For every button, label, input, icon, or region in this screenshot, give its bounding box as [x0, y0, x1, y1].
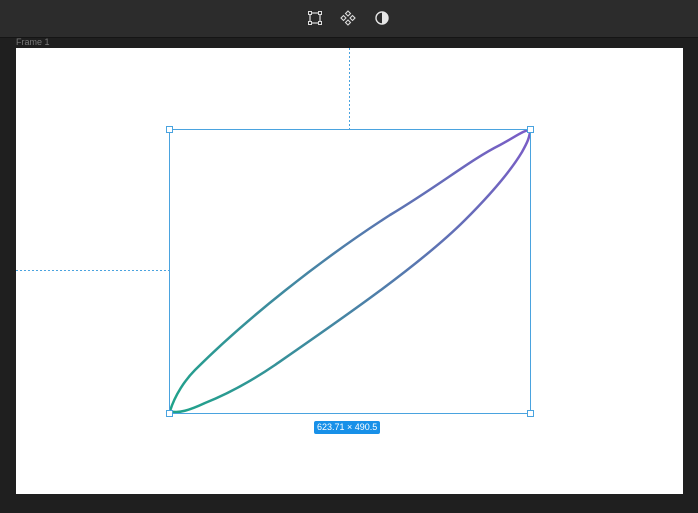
resize-handle-top-left[interactable] — [166, 126, 173, 133]
canvas-overlay — [16, 48, 534, 417]
dimensions-badge: 623.71 × 490.5 — [314, 421, 381, 434]
resize-handle-top-right[interactable] — [527, 126, 534, 133]
selection-box[interactable] — [169, 129, 531, 414]
resize-handle-bottom-left[interactable] — [166, 410, 173, 417]
leaf-shape[interactable] — [168, 128, 532, 414]
resize-handle-bottom-right[interactable] — [527, 410, 534, 417]
